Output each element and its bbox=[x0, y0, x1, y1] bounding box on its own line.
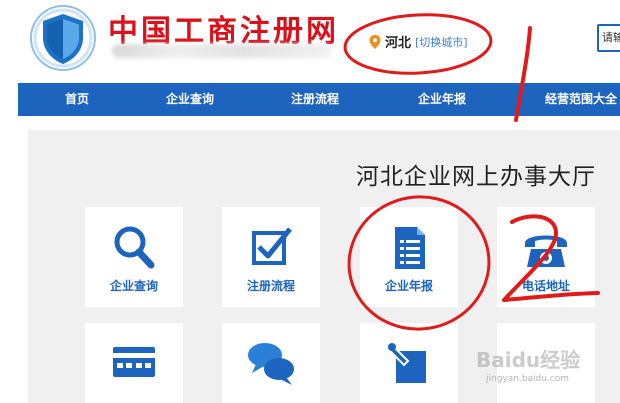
tile-phone-address[interactable]: 电话地址 bbox=[497, 207, 595, 307]
tile-label: 企业查询 bbox=[109, 279, 158, 293]
tile-label: 电话地址 bbox=[521, 279, 570, 293]
tile-company-search[interactable]: 企业查询 bbox=[85, 207, 183, 307]
nav-item-registration-process[interactable]: 注册流程 bbox=[291, 83, 339, 116]
current-city: 河北 bbox=[385, 36, 412, 51]
nav-item-business-scope[interactable]: 经营范围大全 bbox=[545, 83, 617, 116]
main-nav: 首页 企业查询 注册流程 企业年报 经营范围大全 bbox=[18, 83, 620, 116]
location-pin-icon bbox=[369, 34, 381, 49]
card-icon bbox=[113, 347, 155, 377]
switch-city-link[interactable]: [切换城市] bbox=[415, 34, 468, 50]
document-icon bbox=[395, 227, 425, 269]
tile-consult[interactable] bbox=[222, 323, 320, 403]
tile-label: 注册流程 bbox=[246, 279, 295, 293]
location-selector[interactable]: 河北 [切换城市] bbox=[369, 32, 468, 51]
tile-registration-process[interactable]: 注册流程 bbox=[222, 207, 320, 307]
search-input[interactable]: 请输 bbox=[597, 24, 620, 52]
tile-label: 企业年报 bbox=[384, 279, 433, 293]
nav-item-company-search[interactable]: 企业查询 bbox=[166, 83, 214, 116]
tile-annual-report[interactable]: 企业年报 bbox=[360, 207, 458, 307]
nav-item-home[interactable]: 首页 bbox=[65, 83, 89, 116]
baidu-watermark: Baidu经验 bbox=[476, 348, 581, 372]
edit-icon bbox=[386, 343, 426, 383]
tile-edit[interactable] bbox=[360, 323, 458, 403]
blurred-subtitle bbox=[112, 44, 332, 58]
telephone-icon bbox=[525, 235, 567, 267]
tile-card[interactable] bbox=[85, 323, 183, 403]
checkbox-icon bbox=[252, 227, 292, 265]
watermark-url: jingyan.baidu.com bbox=[486, 374, 570, 384]
nav-item-annual-report[interactable]: 企业年报 bbox=[418, 83, 466, 116]
page-title: 河北企业网上办事大厅 bbox=[356, 164, 596, 190]
shield-logo-icon[interactable] bbox=[28, 4, 98, 72]
magnifier-icon bbox=[114, 226, 155, 269]
chat-bubbles-icon bbox=[248, 343, 294, 385]
